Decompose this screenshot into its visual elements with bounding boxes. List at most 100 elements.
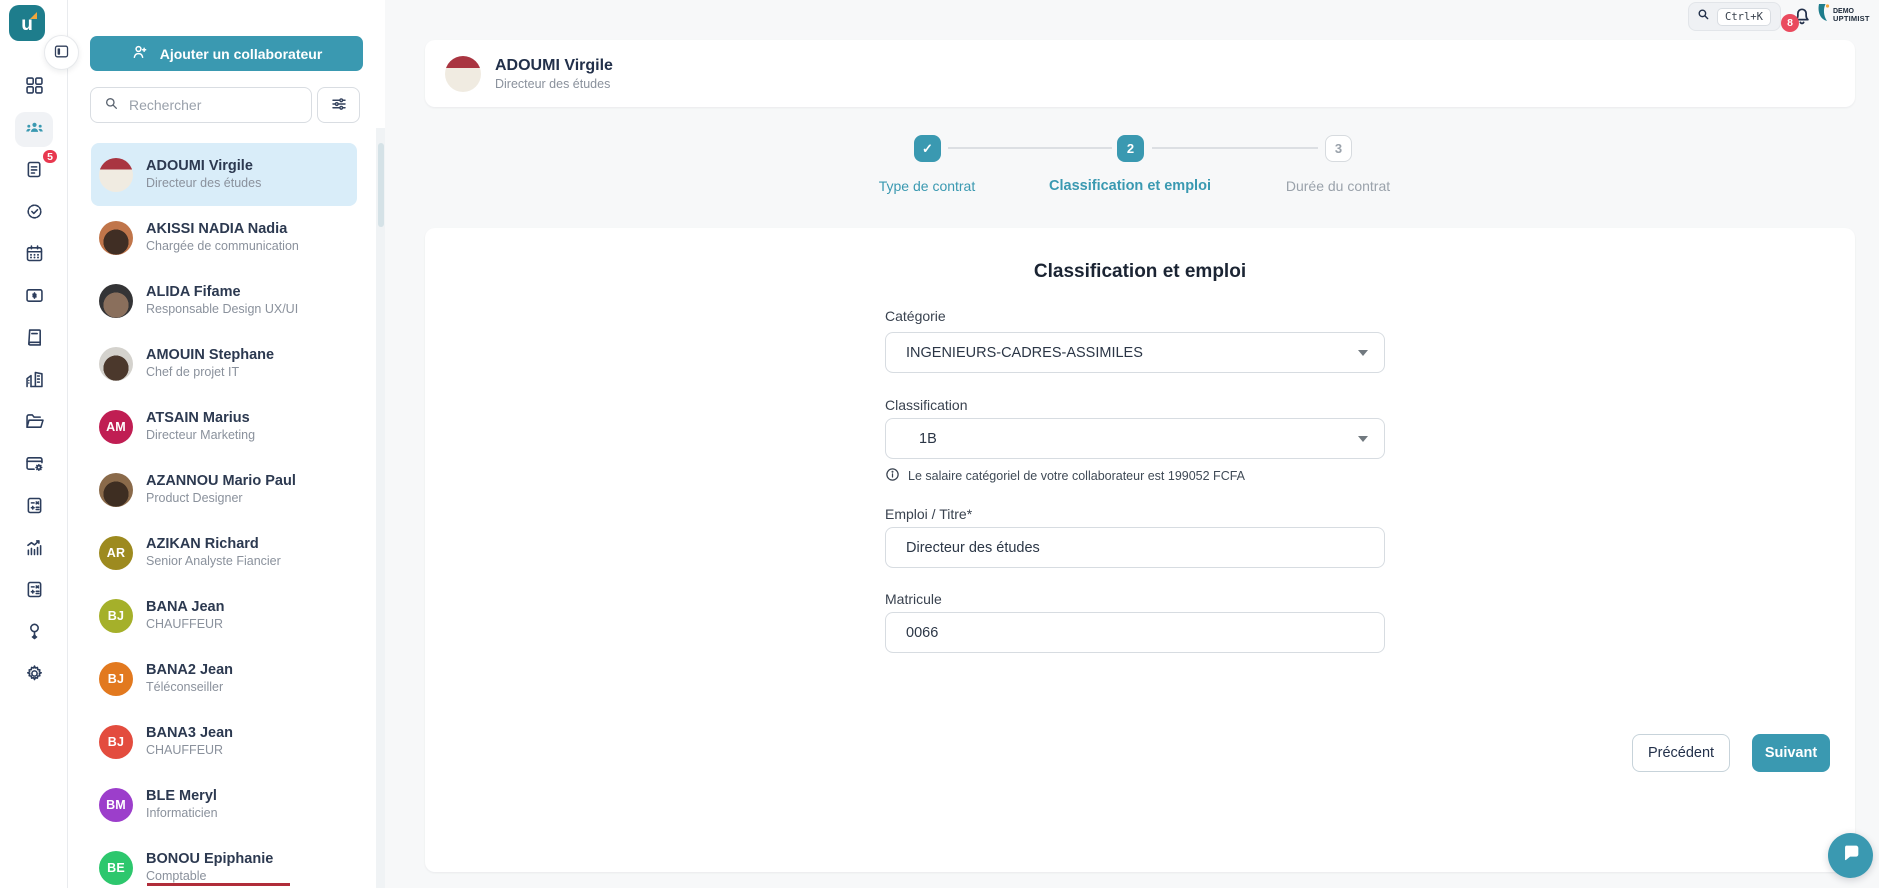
classification-form-card: Classification et emploi Catégorie INGEN… xyxy=(425,228,1855,872)
sidebar-item-requests[interactable]: 5 xyxy=(15,148,59,189)
collaborator-search xyxy=(90,87,312,123)
collaborator-name: ADOUMI Virgile xyxy=(146,158,253,174)
list-scrollbar-thumb[interactable] xyxy=(378,143,384,227)
list-item-collaborator[interactable]: AMOUIN Stephane Chef de projet IT xyxy=(91,332,357,395)
sidebar-collapse-button[interactable] xyxy=(44,35,79,70)
app-logo[interactable]: u xyxy=(9,5,45,41)
collaborator-role: Directeur des études xyxy=(146,176,262,191)
collaborator-role: Directeur Marketing xyxy=(146,428,256,443)
add-collaborator-button[interactable]: Ajouter un collaborateur xyxy=(90,36,363,71)
sidebar-item-calendar[interactable] xyxy=(15,238,53,273)
collaborator-name: BANA3 Jean xyxy=(146,725,234,741)
search-input[interactable] xyxy=(129,97,299,113)
sidebar-item-collaborators[interactable] xyxy=(15,112,53,147)
sidebar-item-documents[interactable] xyxy=(15,322,53,357)
sidebar-item-card-settings[interactable] xyxy=(15,448,53,483)
list-item-collaborator[interactable]: AR AZIKAN Richard Senior Analyste Fiancier xyxy=(91,521,357,584)
step-3-indicator[interactable]: 3 xyxy=(1325,135,1352,162)
sidebar-item-rewards[interactable] xyxy=(15,616,53,651)
list-item-collaborator[interactable]: AZANNOU Mario Paul Product Designer xyxy=(91,458,357,521)
collaborator-name: AMOUIN Stephane xyxy=(146,347,275,363)
check-icon: ✓ xyxy=(922,140,933,156)
grid-icon xyxy=(24,75,45,101)
salary-info: Le salaire catégoriel de votre collabora… xyxy=(885,467,1245,485)
emploi-label: Emploi / Titre* xyxy=(885,506,973,522)
icon-rail: u 5 xyxy=(0,0,68,888)
sidebar-item-simulator[interactable] xyxy=(15,574,53,609)
avatar xyxy=(99,472,133,507)
company-brand: DEMO UPTIMIST xyxy=(1817,3,1870,28)
categorie-select[interactable]: INGENIEURS-CADRES-ASSIMILES xyxy=(885,332,1385,373)
main-area: Ctrl+K 8 DEMO UPTIMIST ADOUMI Virgile Di… xyxy=(385,0,1879,888)
list-item-collaborator[interactable]: BJ BANA2 Jean Téléconseiller xyxy=(91,647,357,710)
filter-button[interactable] xyxy=(317,87,360,123)
collaborator-avatar xyxy=(445,55,481,92)
collaborator-role: Téléconseiller xyxy=(146,680,224,695)
chat-bubble-icon xyxy=(1840,842,1862,869)
sidebar-item-dashboard[interactable] xyxy=(15,70,53,105)
list-item-collaborator[interactable]: ALIDA Fifame Responsable Design UX/UI xyxy=(91,269,357,332)
collaborator-name: BANA2 Jean xyxy=(146,662,234,678)
avatar: AR xyxy=(99,535,133,570)
list-item-collaborator[interactable]: AM ATSAIN Marius Directeur Marketing xyxy=(91,395,357,458)
sidebar-item-calculator[interactable] xyxy=(15,490,53,525)
list-item-collaborator[interactable]: BM BLE Meryl Informaticien xyxy=(91,773,357,836)
step-connector xyxy=(948,147,1112,149)
collaborator-name: ATSAIN Marius xyxy=(146,410,250,426)
avatar: BE xyxy=(99,850,133,885)
matricule-label: Matricule xyxy=(885,591,942,607)
collaborator-name: ADOUMI Virgile xyxy=(495,57,613,75)
collaborator-name: BONOU Epiphanie xyxy=(146,851,274,867)
matricule-input[interactable]: 0066 xyxy=(885,612,1385,653)
collaborator-list: ADOUMI Virgile Directeur des études AKISSI… xyxy=(91,143,357,888)
emploi-input[interactable]: Directeur des études xyxy=(885,527,1385,568)
sidebar-item-settings[interactable] xyxy=(15,658,53,693)
shortcut-key-badge: Ctrl+K xyxy=(1717,7,1771,26)
list-item-collaborator[interactable]: BE BONOU Epiphanie Comptable xyxy=(91,836,357,888)
list-item-collaborator[interactable]: BJ BANA3 Jean CHAUFFEUR xyxy=(91,710,357,773)
avatar: BJ xyxy=(99,598,133,633)
global-search-button[interactable]: Ctrl+K xyxy=(1688,2,1781,31)
classification-label: Classification xyxy=(885,397,968,413)
search-icon xyxy=(103,95,119,116)
list-item-collaborator[interactable]: ADOUMI Virgile Directeur des études xyxy=(91,143,357,206)
sidebar-item-payroll[interactable] xyxy=(15,280,53,315)
brand-mark-icon xyxy=(1817,3,1831,28)
calendar-icon xyxy=(24,243,45,269)
card-gear-icon xyxy=(24,453,45,479)
step-3-label[interactable]: Durée du contrat xyxy=(1218,178,1458,194)
next-button[interactable]: Suivant xyxy=(1752,734,1830,772)
collaborator-name: AZIKAN Richard xyxy=(146,536,259,552)
collaborator-name: BANA Jean xyxy=(146,599,225,615)
collaborator-role: Senior Analyste Fiancier xyxy=(146,554,281,569)
avatar xyxy=(99,283,133,318)
person-plus-icon xyxy=(131,43,149,64)
list-item-collaborator[interactable]: BJ BANA Jean CHAUFFEUR xyxy=(91,584,357,647)
collaborator-role: CHAUFFEUR xyxy=(146,743,224,758)
sidebar-item-badges[interactable] xyxy=(15,196,53,231)
collaborator-role: CHAUFFEUR xyxy=(146,617,224,632)
sidebar-item-company[interactable] xyxy=(15,364,53,399)
sidebar-item-files[interactable] xyxy=(15,406,53,441)
step-2-label[interactable]: Classification et emploi xyxy=(1010,178,1250,194)
previous-button[interactable]: Précédent xyxy=(1632,734,1730,772)
collaborator-name: BLE Meryl xyxy=(146,788,217,804)
step-1-indicator[interactable]: ✓ xyxy=(914,135,941,162)
classification-select[interactable]: 1B xyxy=(885,418,1385,459)
card-dollar-icon xyxy=(24,285,45,311)
chat-widget-button[interactable] xyxy=(1828,833,1873,878)
calculator-icon xyxy=(24,579,45,605)
categorie-label: Catégorie xyxy=(885,308,946,324)
team-icon xyxy=(24,117,45,143)
list-red-underline xyxy=(147,883,290,886)
step-2-indicator[interactable]: 2 xyxy=(1117,135,1144,162)
notification-badge: 5 xyxy=(41,148,59,165)
list-item-collaborator[interactable]: AKISSI NADIA Nadia Chargée de communicati… xyxy=(91,206,357,269)
brand-line-2: UPTIMIST xyxy=(1833,14,1870,24)
sidebar-item-analytics[interactable] xyxy=(15,532,53,567)
avatar xyxy=(99,220,133,255)
app-logo-letter: u xyxy=(21,13,33,35)
building-icon xyxy=(24,369,45,395)
avatar: BJ xyxy=(99,724,133,759)
chart-icon xyxy=(24,537,45,563)
